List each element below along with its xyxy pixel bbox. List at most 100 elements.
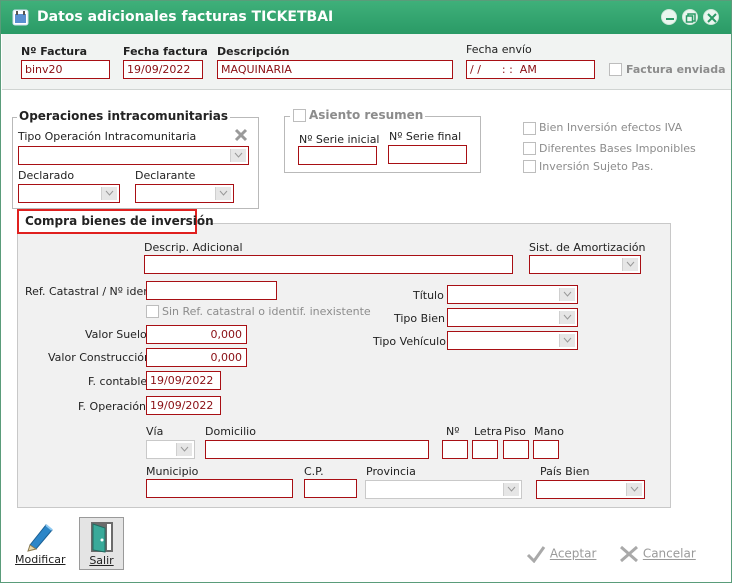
declared-select[interactable] [18, 184, 120, 203]
compra-legend: Compra bienes de inversión [25, 214, 214, 228]
salir-label: Salir [89, 554, 114, 567]
ref-catastral-field[interactable] [146, 281, 277, 300]
piso-field[interactable] [503, 440, 529, 459]
dialog-window: Datos adicionales facturas TICKETBAI Nº … [0, 0, 732, 583]
serie-initial-field[interactable] [298, 146, 377, 165]
f-operacion-field[interactable]: 19/09/2022 [146, 396, 221, 415]
cancelar-button[interactable]: Cancelar [619, 545, 696, 563]
maximize-button[interactable] [682, 9, 698, 25]
f-contable-label: F. contable [88, 375, 148, 388]
intra-legend: Operaciones intracomunitarias [17, 109, 230, 123]
sin-ref-label: Sin Ref. catastral o identif. inexistent… [162, 305, 371, 318]
invoice-label: Nº Factura [21, 45, 87, 58]
tipo-bien-label: Tipo Bien [394, 312, 445, 325]
titulo-label: Título [413, 289, 444, 302]
valor-suelo-label: Valor Suelo [85, 328, 147, 341]
valor-construccion-field[interactable]: 0,000 [146, 348, 247, 367]
pen-icon [27, 524, 53, 552]
tipo-vehiculo-select[interactable] [447, 331, 578, 350]
invoice-date-label: Fecha factura [123, 45, 208, 58]
domicilio-field[interactable] [205, 440, 429, 459]
serie-initial-label: Nº Serie inicial [299, 133, 380, 146]
domicilio-label: Domicilio [205, 425, 256, 438]
pais-select[interactable] [536, 480, 645, 499]
valor-suelo-field[interactable]: 0,000 [146, 325, 247, 344]
letra-field[interactable] [472, 440, 498, 459]
sent-label: Factura enviada [626, 63, 726, 76]
declarant-label: Declarante [135, 169, 196, 182]
cp-label: C.P. [304, 465, 324, 478]
provincia-select[interactable] [365, 480, 522, 499]
serie-final-label: Nº Serie final [389, 130, 462, 143]
chevron-down-icon [622, 258, 638, 271]
numero-field[interactable] [442, 440, 468, 459]
exit-door-icon [90, 522, 113, 553]
chevron-down-icon [176, 443, 192, 456]
valor-construccion-label: Valor Construcción [48, 351, 151, 364]
chevron-down-icon [559, 334, 575, 347]
chevron-down-icon [230, 149, 246, 162]
ref-catastral-label: Ref. Catastral / Nº ident. [25, 285, 159, 298]
close-button[interactable] [703, 9, 719, 25]
chevron-down-icon [559, 288, 575, 301]
chevron-down-icon [215, 187, 231, 200]
inversion-sujeto-checkbox[interactable] [523, 160, 536, 173]
amort-select[interactable] [529, 255, 641, 274]
restore-icon [685, 13, 696, 23]
inversion-sujeto-label: Inversión Sujeto Pas. [539, 160, 654, 173]
invoice-number-field[interactable]: binv20 [21, 60, 110, 79]
declarant-select[interactable] [135, 184, 234, 203]
sin-ref-checkbox[interactable] [146, 305, 159, 318]
piso-label: Piso [504, 425, 526, 438]
mano-field[interactable] [533, 440, 559, 459]
descrip-label: Descrip. Adicional [144, 241, 243, 254]
minimize-icon [666, 18, 674, 20]
title-bar: Datos adicionales facturas TICKETBAI [1, 1, 731, 34]
via-label: Vía [146, 425, 164, 438]
modificar-label: Modificar [15, 553, 66, 566]
via-select[interactable] [146, 440, 195, 459]
provincia-label: Provincia [366, 465, 416, 478]
municipio-field[interactable] [146, 479, 293, 498]
app-icon [12, 9, 29, 26]
aceptar-label: Aceptar [549, 546, 597, 561]
asiento-legend: Asiento resumen [307, 108, 426, 122]
letra-label: Letra [474, 425, 503, 438]
cancelar-label: Cancelar [642, 546, 696, 561]
tipo-bien-select[interactable] [447, 308, 578, 327]
check-icon [526, 546, 546, 564]
titulo-select[interactable] [447, 285, 578, 304]
chevron-down-icon [101, 187, 117, 200]
diferentes-bases-checkbox[interactable] [523, 142, 536, 155]
invoice-date-field[interactable]: 19/09/2022 [123, 60, 203, 79]
intra-type-select[interactable] [18, 146, 249, 165]
descrip-field[interactable] [144, 255, 513, 274]
invoice-header: Nº Factura binv20 Fecha factura 19/09/20… [2, 34, 731, 90]
pais-label: País Bien [540, 465, 590, 478]
description-field[interactable]: MAQUINARIA [217, 60, 453, 79]
sent-checkbox[interactable] [609, 63, 622, 76]
municipio-label: Municipio [146, 465, 199, 478]
minimize-button[interactable] [661, 9, 677, 25]
f-contable-field[interactable]: 19/09/2022 [146, 371, 221, 390]
tipo-vehiculo-label: Tipo Vehículo [373, 335, 446, 348]
chevron-down-icon [503, 483, 519, 496]
window-title: Datos adicionales facturas TICKETBAI [37, 9, 334, 25]
bien-inversion-label: Bien Inversión efectos IVA [539, 121, 683, 134]
asiento-checkbox[interactable] [293, 109, 306, 122]
declared-label: Declarado [18, 169, 75, 182]
amort-label: Sist. de Amortización [529, 241, 646, 254]
send-date-field[interactable]: / / : : AM [466, 60, 595, 79]
serie-final-field[interactable] [388, 145, 467, 164]
clear-icon[interactable] [234, 128, 248, 142]
compra-legend-highlight: Compra bienes de inversión [17, 209, 214, 234]
cp-field[interactable] [304, 479, 357, 498]
aceptar-button[interactable]: Aceptar [526, 545, 597, 564]
salir-button[interactable]: Salir [79, 517, 124, 570]
chevron-down-icon [559, 311, 575, 324]
intra-type-label: Tipo Operación Intracomunitaria [18, 130, 197, 143]
diferentes-bases-label: Diferentes Bases Imponibles [539, 142, 696, 155]
modificar-button[interactable]: Modificar [15, 517, 66, 569]
mano-label: Mano [534, 425, 564, 438]
bien-inversion-checkbox[interactable] [523, 122, 536, 135]
